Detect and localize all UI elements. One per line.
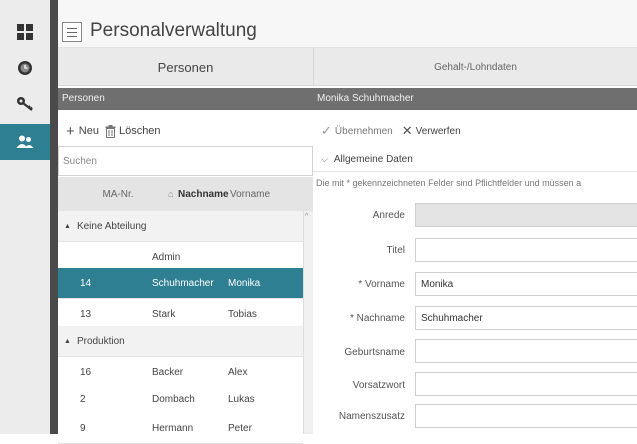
hamburger-icon bbox=[67, 32, 77, 33]
key-icon bbox=[17, 97, 33, 111]
people-icon bbox=[16, 135, 34, 148]
delete-button[interactable]: Löschen bbox=[105, 124, 161, 138]
new-button[interactable]: + Neu bbox=[66, 123, 99, 140]
table-row[interactable]: 9 Hermann Peter bbox=[58, 413, 303, 444]
x-icon: ✕ bbox=[401, 123, 413, 138]
check-icon: ✓ bbox=[321, 123, 332, 138]
menu-button[interactable] bbox=[62, 22, 82, 42]
tab-salary-data[interactable]: Gehalt-/Lohndaten bbox=[313, 48, 637, 86]
column-header-lastname[interactable]: Nachname bbox=[178, 177, 229, 211]
hamburger-icon bbox=[67, 28, 77, 29]
group-row-production[interactable]: ▲ Produktion bbox=[58, 326, 303, 357]
table-row-selected[interactable]: 14 Schuhmacher Monika bbox=[58, 268, 303, 299]
group-row-none[interactable]: ▲ Keine Abteilung bbox=[58, 211, 303, 242]
app-title: Personalverwaltung bbox=[90, 20, 257, 41]
persons-toolbar: + Neu Löschen bbox=[58, 116, 313, 146]
label-title: Titel bbox=[386, 245, 405, 256]
persons-section-header: Personen bbox=[58, 88, 313, 110]
person-detail-header: Monika Schuhmacher bbox=[313, 88, 637, 110]
label-birthname: Geburtsname bbox=[344, 347, 405, 358]
clock-icon bbox=[18, 61, 32, 75]
nav-keys[interactable] bbox=[0, 86, 50, 122]
detail-toolbar: ✓ Übernehmen ✕ Verwerfen bbox=[313, 116, 637, 146]
section-general-data[interactable]: ⌵ Allgemeine Daten bbox=[313, 148, 637, 172]
salutation-field[interactable] bbox=[415, 203, 637, 227]
title-field[interactable] bbox=[415, 238, 637, 262]
trash-icon bbox=[105, 124, 116, 138]
tab-persons[interactable]: Personen bbox=[58, 48, 313, 86]
scroll-up-arrow[interactable]: ^ bbox=[305, 213, 308, 220]
label-name-suffix: Namenszusatz bbox=[338, 411, 405, 422]
table-scrollbar[interactable]: ^ bbox=[303, 211, 313, 434]
plus-icon: + bbox=[66, 122, 75, 140]
dashboard-icon bbox=[17, 24, 33, 40]
hamburger-icon bbox=[67, 36, 77, 37]
label-name-prefix: Vorsatzwort bbox=[352, 380, 405, 391]
nav-dashboard[interactable] bbox=[0, 14, 50, 50]
column-header-firstname[interactable]: Vorname bbox=[230, 177, 270, 211]
birthname-field[interactable] bbox=[415, 339, 637, 363]
column-header-id[interactable]: MA-Nr. bbox=[88, 177, 148, 211]
nav-time[interactable] bbox=[0, 50, 50, 86]
name-prefix-field[interactable] bbox=[415, 372, 637, 396]
chevron-down-icon: ⌵ bbox=[321, 154, 328, 164]
nav-persons[interactable] bbox=[0, 124, 50, 160]
triangle-up-icon: ▲ bbox=[64, 222, 71, 230]
firstname-field[interactable] bbox=[415, 272, 637, 296]
lastname-field[interactable] bbox=[415, 306, 637, 330]
required-fields-hint: Die mit * gekennzeichneten Felder sind P… bbox=[316, 178, 582, 188]
search-input[interactable] bbox=[58, 146, 313, 176]
table-row[interactable]: 2 Dombach Lukas bbox=[58, 384, 303, 415]
label-firstname: * Vorname bbox=[358, 279, 405, 290]
rail-separator bbox=[50, 0, 58, 434]
apply-button[interactable]: ✓ Übernehmen bbox=[321, 123, 393, 139]
name-suffix-field[interactable] bbox=[415, 404, 637, 428]
label-salutation: Anrede bbox=[372, 210, 405, 221]
triangle-up-icon: ▲ bbox=[64, 337, 71, 345]
table-header: MA-Nr. ⌂ Nachname Vorname bbox=[58, 177, 313, 211]
discard-button[interactable]: ✕ Verwerfen bbox=[402, 123, 461, 139]
label-lastname: * Nachname bbox=[349, 313, 405, 324]
nav-rail bbox=[0, 0, 50, 434]
